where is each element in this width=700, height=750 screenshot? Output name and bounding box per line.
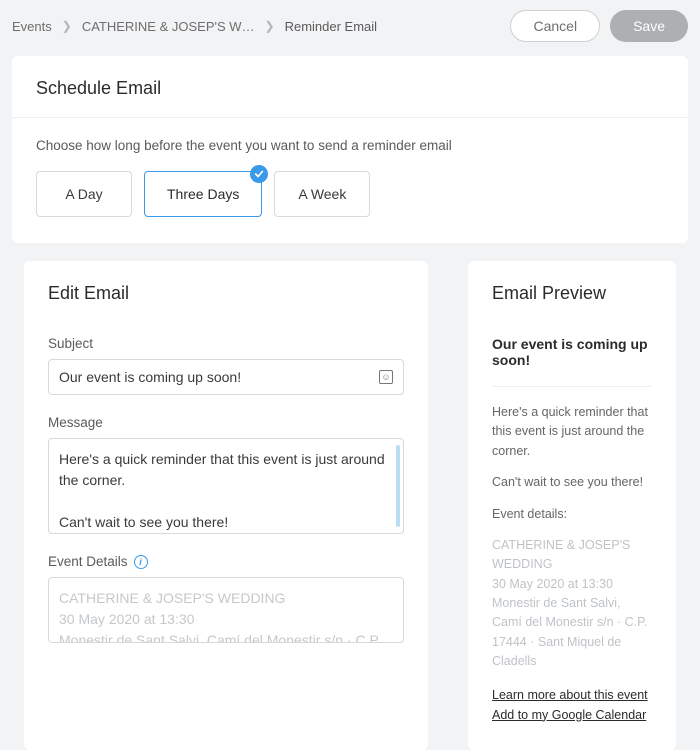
subject-input[interactable]	[59, 369, 379, 385]
preview-subject: Our event is coming up soon!	[492, 336, 652, 368]
check-icon	[250, 165, 268, 183]
divider	[492, 386, 652, 387]
message-label: Message	[48, 415, 404, 430]
option-label: Three Days	[167, 186, 239, 202]
preview-details-line: 30 May 2020 at 13:30	[492, 575, 652, 594]
edit-email-card: Edit Email Subject ☺ Message Here's a qu…	[24, 261, 428, 750]
email-preview-card: Email Preview Our event is coming up soo…	[468, 261, 676, 750]
edit-email-title: Edit Email	[48, 283, 404, 304]
breadcrumb-event-name[interactable]: CATHERINE & JOSEP'S W…	[82, 19, 255, 34]
emoji-icon[interactable]: ☺	[379, 370, 393, 384]
learn-more-link[interactable]: Learn more about this event	[492, 688, 652, 702]
schedule-title: Schedule Email	[12, 56, 688, 118]
chevron-right-icon: ❯	[62, 19, 72, 33]
preview-body-text: Here's a quick reminder that this event …	[492, 403, 652, 461]
breadcrumb: Events ❯ CATHERINE & JOSEP'S W… ❯ Remind…	[12, 19, 377, 34]
preview-body-text: Event details:	[492, 505, 652, 524]
schedule-description: Choose how long before the event you wan…	[36, 138, 664, 153]
preview-details-line: CATHERINE & JOSEP'S WEDDING	[492, 536, 652, 575]
event-details-line: CATHERINE & JOSEP'S WEDDING	[59, 588, 387, 609]
event-details-line: 30 May 2020 at 13:30	[59, 609, 387, 630]
message-content: Here's a quick reminder that this event …	[59, 449, 387, 533]
option-a-day[interactable]: A Day	[36, 171, 132, 217]
option-three-days[interactable]: Three Days	[144, 171, 262, 217]
scrollbar[interactable]	[396, 445, 400, 527]
add-to-calendar-link[interactable]: Add to my Google Calendar	[492, 708, 652, 722]
chevron-right-icon: ❯	[265, 19, 275, 33]
breadcrumb-current: Reminder Email	[285, 19, 377, 34]
event-details-label: Event Details i	[48, 554, 404, 569]
message-textarea[interactable]: Here's a quick reminder that this event …	[48, 438, 404, 534]
event-details-box: CATHERINE & JOSEP'S WEDDING 30 May 2020 …	[48, 577, 404, 643]
email-preview-title: Email Preview	[492, 283, 652, 304]
save-button[interactable]: Save	[610, 10, 688, 42]
cancel-button[interactable]: Cancel	[510, 10, 600, 42]
event-details-line: Monestir de Sant Salvi, Camí del Monesti…	[59, 630, 387, 643]
schedule-email-card: Schedule Email Choose how long before th…	[12, 56, 688, 243]
subject-label: Subject	[48, 336, 404, 351]
preview-body-text: Can't wait to see you there!	[492, 473, 652, 492]
event-details-label-text: Event Details	[48, 554, 128, 569]
subject-input-wrap[interactable]: ☺	[48, 359, 404, 395]
preview-details-line: Monestir de Sant Salvi, Camí del Monesti…	[492, 594, 652, 672]
info-icon[interactable]: i	[134, 555, 148, 569]
breadcrumb-events[interactable]: Events	[12, 19, 52, 34]
option-a-week[interactable]: A Week	[274, 171, 370, 217]
